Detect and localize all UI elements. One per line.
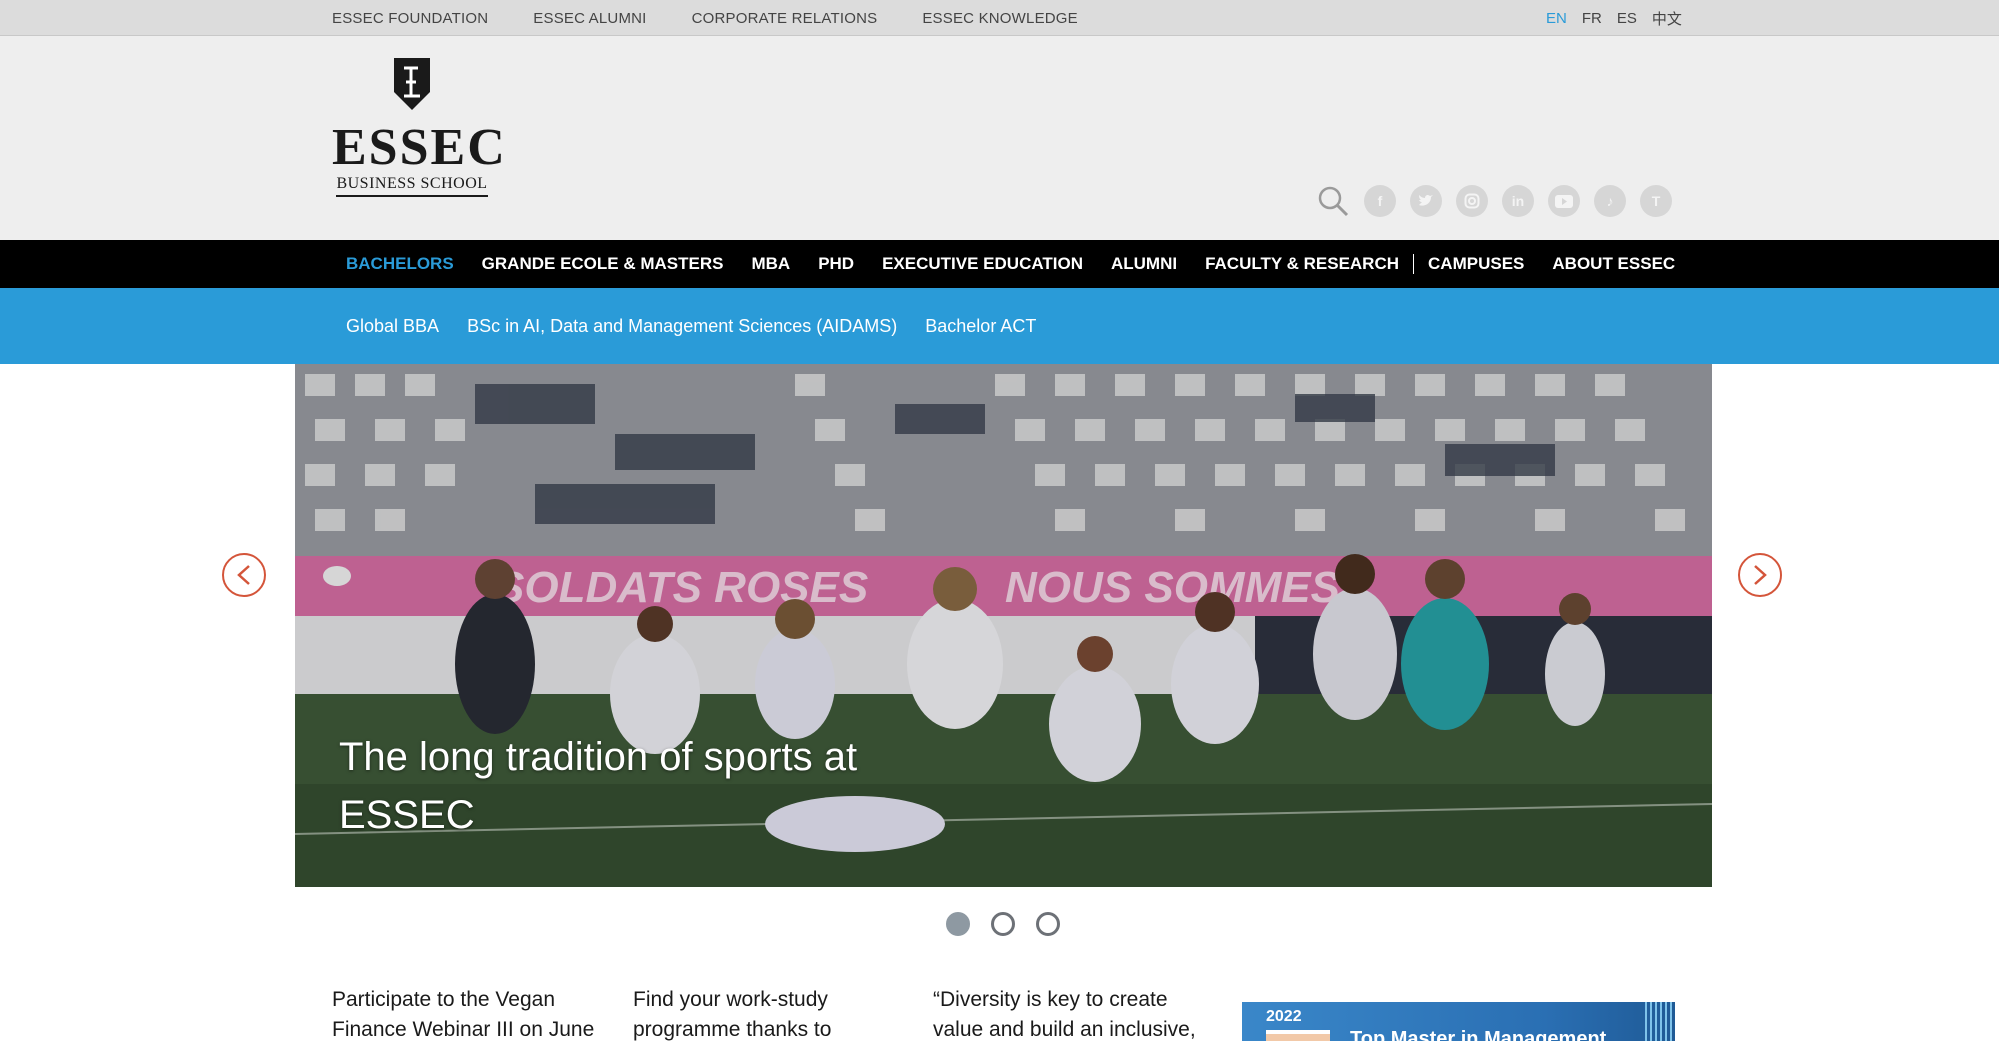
nav-campuses[interactable]: CAMPUSES xyxy=(1428,254,1524,274)
logo-subtitle: BUSINESS SCHOOL xyxy=(336,175,488,197)
carousel-dot-1[interactable] xyxy=(946,912,970,936)
promo-year: 2022 xyxy=(1266,1008,1302,1025)
news-item-diversity[interactable]: “Diversity is key to create value and bu… xyxy=(933,985,1203,1045)
shield-icon xyxy=(394,58,430,110)
nav-phd[interactable]: PHD xyxy=(818,254,854,274)
chevron-right-icon xyxy=(1754,565,1767,585)
news-item-work-study[interactable]: Find your work-study programme thanks to xyxy=(633,985,903,1045)
nav-executive-education[interactable]: EXECUTIVE EDUCATION xyxy=(882,254,1083,274)
tiktok-icon[interactable]: ♪ xyxy=(1594,185,1626,217)
site-header: ESSEC BUSINESS SCHOOL f in ♪ T xyxy=(0,36,1999,240)
youtube-icon[interactable] xyxy=(1548,185,1580,217)
ranking-promo-banner[interactable]: 2022 Top Master in Management xyxy=(1242,1002,1675,1041)
linkedin-icon[interactable]: in xyxy=(1502,185,1534,217)
chevron-left-icon xyxy=(237,565,250,585)
nav-separator xyxy=(1413,254,1415,274)
nav-grande-ecole-masters[interactable]: GRANDE ECOLE & MASTERS xyxy=(482,254,724,274)
nav-faculty-research[interactable]: FACULTY & RESEARCH xyxy=(1205,254,1399,274)
twitter-icon[interactable] xyxy=(1410,185,1442,217)
link-corporate-relations[interactable]: CORPORATE RELATIONS xyxy=(692,10,878,27)
carousel-pagination xyxy=(946,912,1081,936)
logo-wordmark: ESSEC xyxy=(332,119,507,176)
link-essec-alumni[interactable]: ESSEC ALUMNI xyxy=(533,10,646,27)
link-essec-knowledge[interactable]: ESSEC KNOWLEDGE xyxy=(922,10,1078,27)
utility-links: ESSEC FOUNDATION ESSEC ALUMNI CORPORATE … xyxy=(332,0,1123,36)
promo-title: Top Master in Management xyxy=(1350,1028,1607,1041)
subnav-global-bba[interactable]: Global BBA xyxy=(346,316,439,337)
lang-zh[interactable]: 中文 xyxy=(1652,8,1682,29)
nav-mba[interactable]: MBA xyxy=(751,254,790,274)
lang-es[interactable]: ES xyxy=(1617,10,1637,27)
hero-caption: The long tradition of sports at ESSEC xyxy=(339,735,858,837)
promo-thumbnail xyxy=(1266,1030,1330,1041)
news-item-vegan-finance[interactable]: Participate to the Vegan Finance Webinar… xyxy=(332,985,602,1045)
social-bar: f in ♪ T xyxy=(1316,184,1686,218)
tumblr-icon[interactable]: T xyxy=(1640,185,1672,217)
subnav-bachelor-act[interactable]: Bachelor ACT xyxy=(925,316,1036,337)
nav-alumni[interactable]: ALUMNI xyxy=(1111,254,1177,274)
lang-fr[interactable]: FR xyxy=(1582,10,1602,27)
facebook-icon[interactable]: f xyxy=(1364,185,1396,217)
essec-logo[interactable]: ESSEC BUSINESS SCHOOL xyxy=(332,56,507,206)
carousel-prev-button[interactable] xyxy=(222,553,266,597)
link-essec-foundation[interactable]: ESSEC FOUNDATION xyxy=(332,10,488,27)
search-icon[interactable] xyxy=(1316,184,1350,218)
nav-about-essec[interactable]: ABOUT ESSEC xyxy=(1552,254,1675,274)
promo-decoration xyxy=(1645,1002,1675,1041)
carousel-dot-3[interactable] xyxy=(1036,912,1060,936)
hero-slide[interactable]: SOLDATS ROSES NOUS SOMMES The long tradi… xyxy=(295,364,1712,887)
subnav-bsc-aidams[interactable]: BSc in AI, Data and Management Sciences … xyxy=(467,316,897,337)
sub-navigation: Global BBA BSc in AI, Data and Managemen… xyxy=(0,288,1999,364)
top-utility-bar: ESSEC FOUNDATION ESSEC ALUMNI CORPORATE … xyxy=(0,0,1999,36)
carousel-dot-2[interactable] xyxy=(991,912,1015,936)
language-switcher: EN FR ES 中文 xyxy=(1546,0,1697,36)
carousel-next-button[interactable] xyxy=(1738,553,1782,597)
main-navigation: BACHELORS GRANDE ECOLE & MASTERS MBA PHD… xyxy=(0,240,1999,288)
lang-en[interactable]: EN xyxy=(1546,10,1567,27)
nav-bachelors[interactable]: BACHELORS xyxy=(346,254,454,274)
instagram-icon[interactable] xyxy=(1456,185,1488,217)
